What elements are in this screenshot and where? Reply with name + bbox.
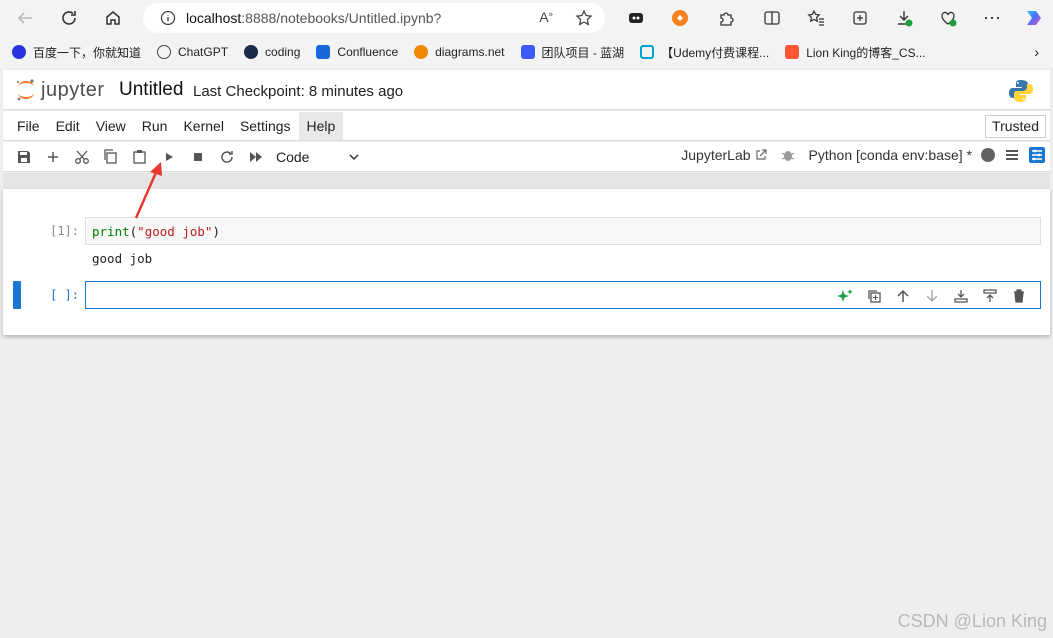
bookmark-udemy[interactable]: 【Udemy付费课程... bbox=[640, 44, 769, 61]
python-logo-icon bbox=[1008, 78, 1034, 109]
menu-settings[interactable]: Settings bbox=[232, 112, 299, 140]
duplicate-cell-icon[interactable] bbox=[861, 286, 887, 306]
jupyter-logo[interactable]: jupyter bbox=[15, 78, 105, 102]
menu-file[interactable]: File bbox=[9, 112, 48, 140]
delete-cell-icon[interactable] bbox=[1006, 286, 1032, 306]
kernel-name[interactable]: Python [conda env:base] * bbox=[809, 147, 972, 163]
url-text: localhost:8888/notebooks/Untitled.ipynb? bbox=[186, 10, 442, 26]
copy-icon[interactable] bbox=[96, 144, 125, 170]
save-icon[interactable] bbox=[9, 144, 38, 170]
toolbar-right: JupyterLab Python [conda env:base] * bbox=[673, 146, 1046, 164]
bookmarks-bar: 百度一下，你就知道 ChatGPT coding Confluence diag… bbox=[0, 36, 1053, 68]
trusted-indicator[interactable]: Trusted bbox=[985, 115, 1046, 138]
kernel-status-icon bbox=[980, 147, 996, 163]
collections-icon[interactable] bbox=[842, 3, 878, 33]
sparkle-ai-icon[interactable] bbox=[832, 286, 858, 306]
back-icon[interactable] bbox=[8, 3, 42, 33]
baidu-icon bbox=[12, 45, 26, 59]
add-cell-icon[interactable] bbox=[38, 144, 67, 170]
coding-icon bbox=[244, 45, 259, 59]
bookmark-confluence[interactable]: Confluence bbox=[316, 45, 398, 59]
lanhu-icon bbox=[520, 45, 535, 59]
code-string: "good job" bbox=[137, 224, 213, 239]
extensions-puzzle-icon[interactable] bbox=[708, 3, 744, 33]
health-icon[interactable] bbox=[930, 3, 966, 33]
extension-game-icon[interactable] bbox=[618, 3, 654, 33]
menu-lines-icon[interactable] bbox=[1004, 147, 1020, 163]
jupyter-notebook: jupyter Untitled Last Checkpoint: 8 minu… bbox=[3, 70, 1050, 638]
bookmark-baidu[interactable]: 百度一下，你就知道 bbox=[12, 44, 141, 61]
restart-icon[interactable] bbox=[212, 144, 241, 170]
chatgpt-icon bbox=[157, 45, 172, 59]
cell-type-select[interactable]: Code bbox=[276, 149, 364, 165]
split-screen-icon[interactable] bbox=[754, 3, 790, 33]
cut-icon[interactable] bbox=[67, 144, 96, 170]
restart-run-all-icon[interactable] bbox=[241, 144, 270, 170]
favorite-star-icon[interactable] bbox=[575, 9, 593, 32]
last-checkpoint: Last Checkpoint: 8 minutes ago bbox=[193, 83, 404, 100]
cell-2-prompt: [ ]: bbox=[50, 288, 79, 302]
jupyterlab-link[interactable]: JupyterLab bbox=[681, 147, 767, 163]
cell-1-input[interactable]: print("good job") bbox=[85, 217, 1041, 245]
extension-orange-icon[interactable] bbox=[662, 3, 698, 33]
menu-edit[interactable]: Edit bbox=[48, 112, 88, 140]
downloads-icon[interactable] bbox=[886, 3, 922, 33]
home-icon[interactable] bbox=[96, 3, 130, 33]
diagrams-icon bbox=[414, 45, 429, 59]
watermark: CSDN @Lion King bbox=[897, 611, 1047, 631]
notebook-title[interactable]: Untitled bbox=[119, 79, 183, 101]
notebook-header: jupyter Untitled Last Checkpoint: 8 minu… bbox=[3, 70, 1050, 110]
active-cell-marker[interactable] bbox=[13, 281, 21, 309]
cell-1-prompt: [1]: bbox=[50, 224, 79, 238]
read-aloud-icon[interactable]: A» bbox=[539, 9, 553, 32]
bookmark-lanhu[interactable]: 团队项目 - 蓝湖 bbox=[520, 44, 624, 61]
bookmark-diagrams[interactable]: diagrams.net bbox=[414, 45, 505, 59]
csdn-icon bbox=[785, 45, 800, 59]
move-up-icon[interactable] bbox=[890, 286, 916, 306]
chevron-right-icon[interactable]: › bbox=[1034, 44, 1039, 60]
confluence-icon bbox=[316, 45, 331, 59]
external-link-icon bbox=[755, 149, 767, 160]
bilibili-icon bbox=[640, 45, 655, 59]
cell-2-input[interactable] bbox=[85, 281, 1041, 309]
info-icon[interactable] bbox=[160, 10, 176, 26]
property-inspector-icon[interactable] bbox=[1028, 146, 1046, 164]
chevron-down-icon bbox=[349, 153, 359, 160]
refresh-icon[interactable] bbox=[52, 3, 86, 33]
favorites-icon[interactable] bbox=[798, 3, 834, 33]
menu-kernel[interactable]: Kernel bbox=[175, 112, 231, 140]
insert-below-icon[interactable] bbox=[977, 286, 1003, 306]
menu-bar: File Edit View Run Kernel Settings Help … bbox=[3, 111, 1050, 141]
copilot-icon[interactable] bbox=[1016, 3, 1052, 33]
insert-above-icon[interactable] bbox=[948, 286, 974, 306]
extension-icons: ⋯ bbox=[618, 3, 1052, 33]
code-function: print bbox=[92, 224, 130, 239]
address-bar[interactable]: localhost:8888/notebooks/Untitled.ipynb?… bbox=[143, 3, 605, 33]
more-menu-icon[interactable]: ⋯ bbox=[974, 3, 1010, 33]
menu-help[interactable]: Help bbox=[298, 111, 344, 140]
move-down-icon[interactable] bbox=[919, 286, 945, 306]
annotation-arrow bbox=[134, 162, 162, 219]
menu-run[interactable]: Run bbox=[134, 112, 176, 140]
bookmark-csdn[interactable]: Lion King的博客_CS... bbox=[785, 44, 926, 61]
jupyter-logo-icon bbox=[17, 79, 34, 101]
stop-icon[interactable] bbox=[183, 144, 212, 170]
cell-1-output: good job bbox=[92, 251, 153, 266]
bookmark-chatgpt[interactable]: ChatGPT bbox=[157, 45, 228, 59]
debugger-bug-icon[interactable] bbox=[781, 148, 795, 162]
menu-view[interactable]: View bbox=[88, 112, 134, 140]
bookmark-coding[interactable]: coding bbox=[244, 45, 300, 59]
cell-toolbar bbox=[832, 286, 1032, 306]
